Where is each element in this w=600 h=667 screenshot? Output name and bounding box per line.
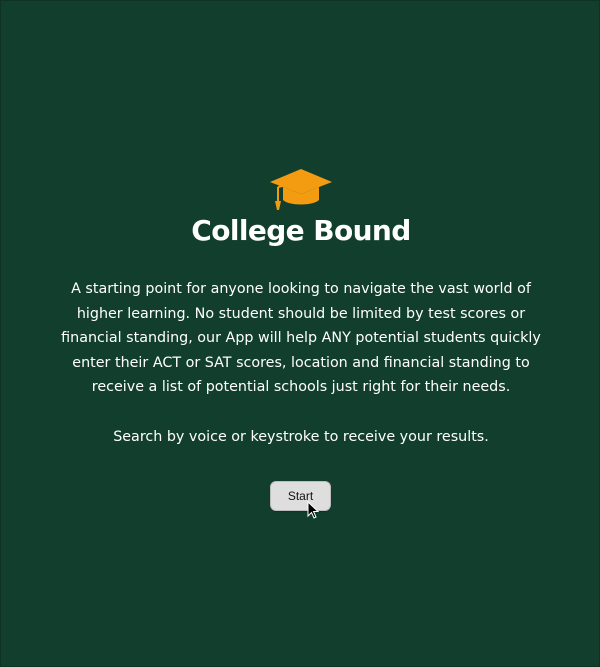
app-description: A starting point for anyone looking to n… bbox=[61, 281, 541, 396]
page-title: College Bound bbox=[191, 214, 411, 247]
search-hint: Search by voice or keystroke to receive … bbox=[113, 429, 489, 445]
page: College Bound A starting point for anyon… bbox=[0, 0, 600, 667]
start-button[interactable]: Start bbox=[270, 481, 331, 511]
graduation-cap-icon bbox=[270, 169, 332, 210]
